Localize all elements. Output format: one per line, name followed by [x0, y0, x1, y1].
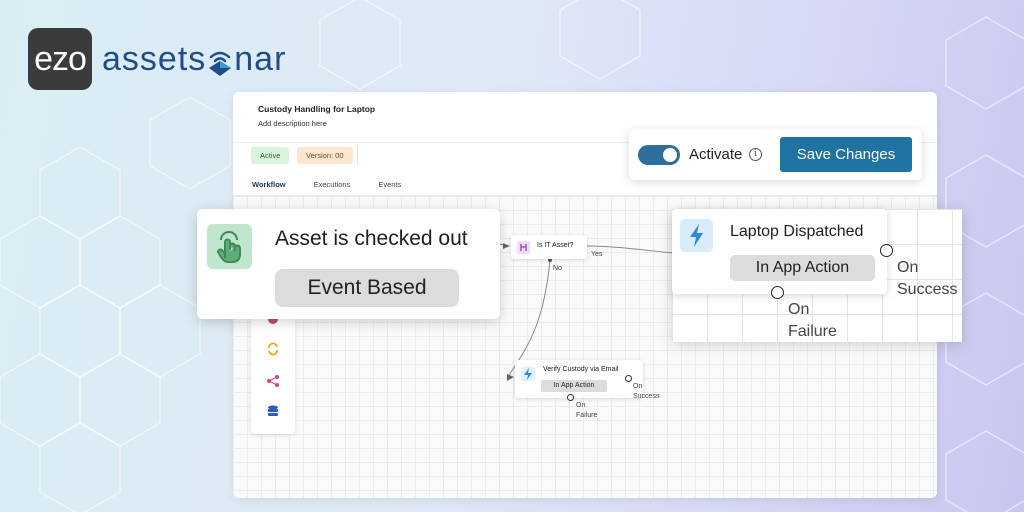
activate-save-card: Activate i Save Changes	[629, 129, 922, 180]
condition-label: Is IT Asset?	[537, 242, 574, 249]
verify-node-title: Verify Custody via Email	[543, 366, 619, 373]
logo: ezo assets nar	[28, 28, 286, 90]
laptop-on-success-word-2: Success	[897, 281, 958, 298]
info-icon[interactable]: i	[749, 148, 762, 161]
save-changes-button[interactable]: Save Changes	[780, 137, 912, 172]
laptop-node-title: Laptop Dispatched	[730, 223, 864, 240]
laptop-failure-port[interactable]	[771, 286, 784, 299]
yes-label: Yes	[591, 251, 603, 258]
event-node-zoomed[interactable]: Asset is checked out Event Based	[197, 209, 500, 319]
verify-on-failure-word-1: On	[576, 402, 586, 409]
laptop-dispatched-node[interactable]: Laptop Dispatched In App Action	[672, 209, 887, 294]
activate-toggle[interactable]	[638, 145, 680, 165]
no-label: No	[553, 265, 562, 272]
laptop-on-failure-word-2: Failure	[788, 323, 837, 340]
laptop-on-success-word-1: On	[897, 259, 919, 276]
laptop-node-zoomed: Laptop Dispatched In App Action On Succe…	[672, 209, 962, 342]
share-icon[interactable]	[266, 374, 280, 388]
toggle-knob	[663, 148, 677, 162]
lightning-icon	[521, 367, 535, 381]
ezo-text: ezo	[34, 39, 87, 78]
database-icon[interactable]	[266, 404, 280, 418]
connector-arrow-condition	[503, 243, 510, 249]
refresh-icon[interactable]	[266, 342, 280, 356]
verify-node-type: In App Action	[541, 380, 607, 392]
verify-on-success-label: On Success	[633, 382, 659, 402]
event-node-title: Asset is checked out	[275, 227, 468, 250]
verify-on-failure-word-2: Failure	[576, 412, 598, 419]
verify-custody-node[interactable]: Verify Custody via Email In App Action	[515, 360, 643, 398]
ezo-logo-box: ezo	[28, 28, 92, 90]
assetsonar-wordmark: assets nar	[102, 40, 286, 79]
condition-node[interactable]: Is IT Asset?	[511, 235, 587, 259]
activate-label: Activate	[689, 146, 743, 163]
laptop-on-failure-word-1: On	[788, 301, 810, 318]
branch-icon	[517, 241, 530, 254]
laptop-on-failure-label: On Failure	[788, 299, 837, 343]
event-node-type: Event Based	[275, 269, 459, 307]
lightning-icon	[680, 219, 713, 252]
brand-text-right: nar	[234, 39, 287, 78]
brand-text-left: assets	[102, 39, 207, 78]
verify-success-port[interactable]	[625, 375, 632, 382]
verify-on-failure-label: On Failure	[576, 401, 597, 421]
hand-tap-icon	[207, 224, 252, 269]
verify-on-success-word-1: On	[633, 383, 643, 390]
laptop-node-type: In App Action	[730, 255, 875, 281]
laptop-success-port[interactable]	[880, 244, 893, 257]
connector-arrow-verify	[507, 374, 514, 381]
verify-failure-port[interactable]	[567, 394, 574, 401]
laptop-on-success-label: On Success	[897, 257, 957, 301]
sonar-logo-icon	[207, 49, 233, 79]
verify-on-success-word-2: Success	[633, 393, 660, 400]
